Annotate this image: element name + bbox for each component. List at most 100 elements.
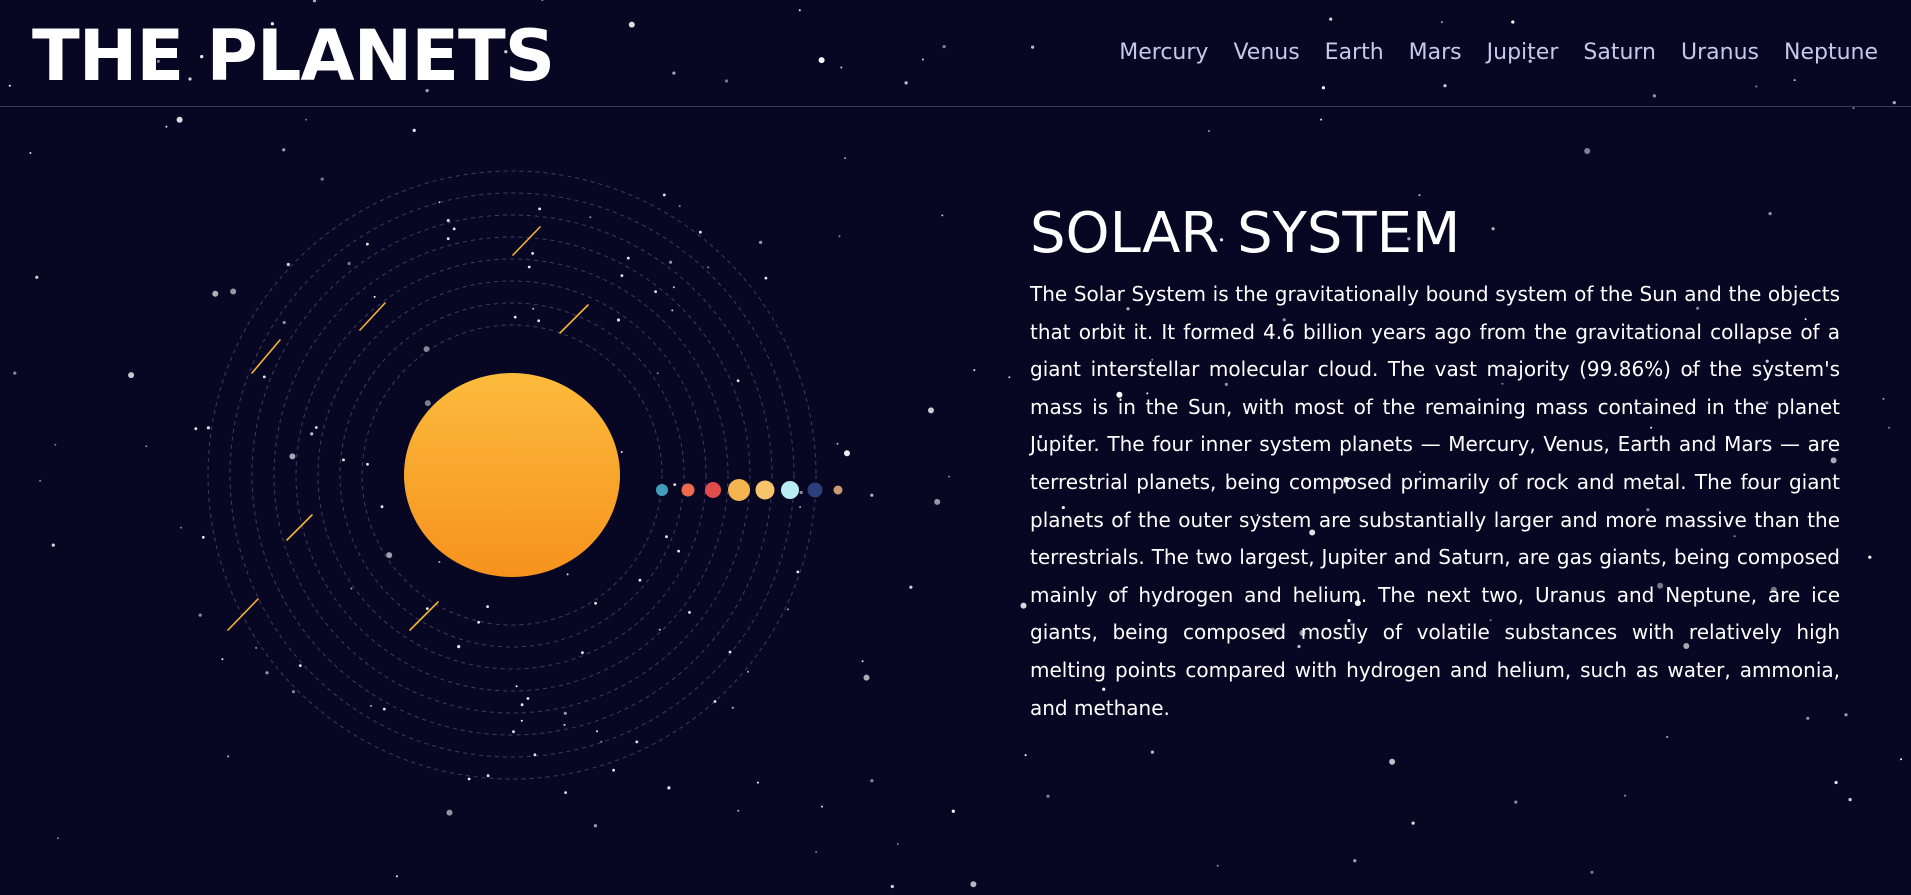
sparkle — [467, 777, 471, 781]
sparkle — [677, 549, 680, 553]
nav-link-saturn[interactable]: Saturn — [1583, 36, 1656, 70]
planet-jupiter — [755, 480, 775, 500]
star — [51, 543, 55, 547]
site-header: THE PLANETS Mercury Venus Earth Mars Jup… — [0, 0, 1911, 107]
star — [948, 475, 951, 478]
star — [1852, 107, 1855, 110]
star — [1418, 194, 1421, 197]
star — [54, 443, 57, 446]
planet-earth — [705, 482, 721, 498]
star — [1024, 754, 1027, 757]
star — [1320, 118, 1323, 121]
star — [35, 275, 39, 279]
main-content: SOLAR SYSTEM The Solar System is the gra… — [1030, 200, 1840, 727]
star — [13, 371, 17, 375]
sparkle — [662, 193, 666, 197]
solar-system-illustration — [194, 170, 843, 794]
star — [1624, 794, 1627, 797]
sparkle — [654, 290, 657, 293]
sparkle — [477, 620, 480, 624]
star — [934, 498, 941, 505]
star — [1389, 758, 1396, 765]
nav-link-jupiter[interactable]: Jupiter — [1487, 36, 1559, 70]
star — [896, 843, 899, 845]
page-title: SOLAR SYSTEM — [1030, 201, 1461, 266]
star — [1008, 376, 1011, 379]
star — [737, 809, 740, 812]
star — [909, 585, 913, 589]
star — [1411, 821, 1415, 825]
sparkle — [688, 611, 691, 614]
sparkle — [764, 276, 768, 280]
sparkle — [486, 605, 489, 608]
sparkle — [298, 664, 302, 667]
page: THE PLANETS Mercury Venus Earth Mars Jup… — [0, 0, 1911, 895]
star — [1216, 864, 1219, 867]
planet-neptune — [833, 485, 843, 495]
star — [941, 214, 944, 217]
sparkle — [452, 227, 456, 231]
star — [870, 779, 874, 783]
sparkle — [342, 458, 345, 462]
sparkle — [736, 379, 740, 383]
star — [1584, 148, 1591, 154]
star — [815, 851, 818, 853]
star — [1848, 798, 1852, 802]
star — [593, 824, 598, 828]
planet-mercury — [656, 484, 668, 496]
star — [29, 152, 32, 154]
sparkle — [382, 707, 386, 711]
star — [128, 372, 135, 379]
nav-link-uranus[interactable]: Uranus — [1681, 36, 1759, 70]
star — [928, 407, 934, 414]
sparkle — [425, 607, 429, 610]
star — [861, 660, 864, 663]
star — [1888, 426, 1891, 429]
star — [395, 875, 398, 878]
sparkle — [513, 315, 517, 319]
star — [890, 884, 894, 889]
sparkle — [620, 274, 624, 277]
star — [1590, 870, 1594, 874]
sparkle — [531, 252, 534, 255]
sparkle — [673, 483, 677, 486]
star — [1207, 130, 1210, 132]
nav-link-earth[interactable]: Earth — [1325, 36, 1384, 70]
sparkle — [796, 570, 800, 574]
sparkle — [380, 505, 384, 509]
star — [1900, 758, 1903, 761]
star — [870, 493, 874, 497]
star — [951, 809, 955, 813]
star — [446, 809, 453, 816]
star — [56, 837, 59, 840]
planet-row — [656, 479, 843, 501]
star — [412, 128, 416, 132]
nav-link-neptune[interactable]: Neptune — [1784, 36, 1878, 70]
star — [1868, 555, 1872, 559]
sparkle — [194, 427, 198, 431]
star — [1666, 736, 1669, 738]
sparkle — [626, 256, 630, 260]
planet-mars — [728, 479, 750, 501]
sparkle — [486, 774, 490, 778]
nav-link-venus[interactable]: Venus — [1233, 36, 1299, 70]
planet-venus — [681, 483, 695, 497]
planet-saturn — [781, 481, 799, 499]
meteor — [559, 304, 589, 334]
nav-link-mars[interactable]: Mars — [1409, 36, 1462, 70]
star — [305, 118, 308, 121]
sun — [404, 373, 620, 577]
meteor — [512, 226, 541, 256]
star — [1514, 800, 1518, 804]
star — [1046, 794, 1050, 798]
meteor — [227, 598, 259, 631]
star — [1882, 397, 1885, 400]
sparkle — [699, 230, 702, 234]
sparkle — [564, 791, 567, 794]
sparkle — [665, 535, 668, 539]
site-logo[interactable]: THE PLANETS — [32, 14, 555, 98]
sparkle — [533, 753, 537, 757]
sparkle — [638, 578, 642, 582]
star — [970, 881, 977, 888]
nav-link-mercury[interactable]: Mercury — [1119, 36, 1208, 70]
